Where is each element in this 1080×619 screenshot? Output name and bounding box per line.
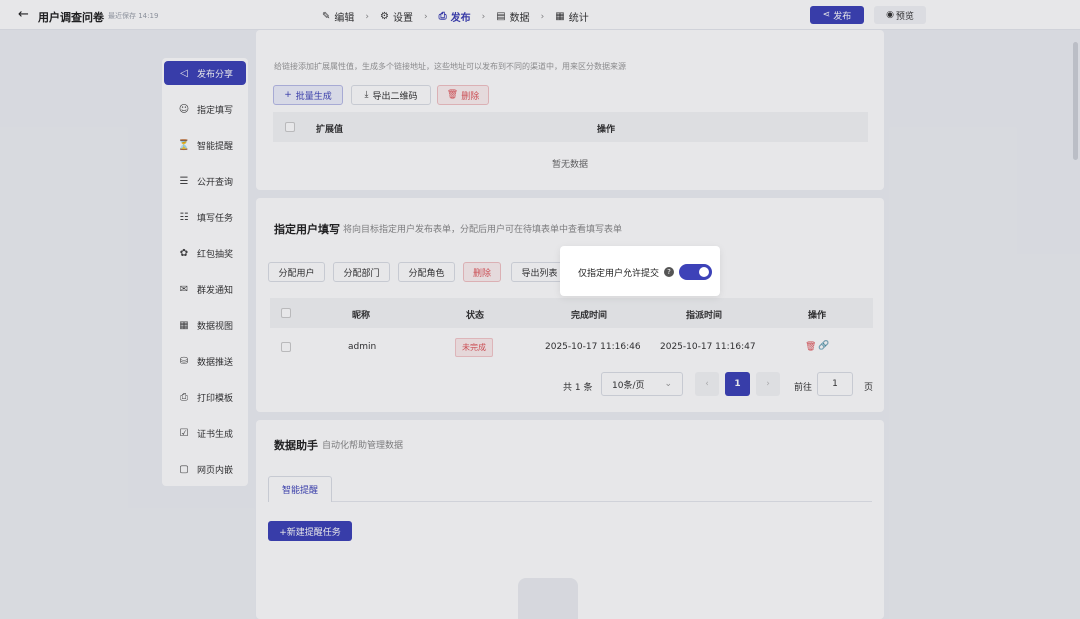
help-icon[interactable]: ? <box>664 267 674 277</box>
submit-restriction-panel: 仅指定用户允许提交 ? <box>560 246 720 296</box>
restrict-submit-toggle[interactable] <box>679 264 712 280</box>
dim-overlay <box>0 0 1080 619</box>
toggle-knob <box>699 267 709 277</box>
restrict-submit-label: 仅指定用户允许提交 <box>578 269 660 279</box>
